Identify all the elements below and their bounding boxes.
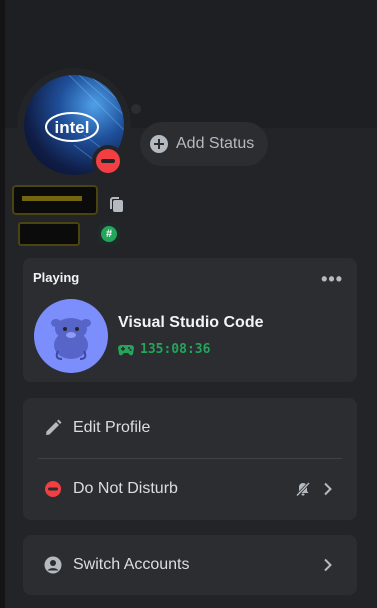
activity-app-name: Visual Studio Code [118,314,264,331]
edit-profile-button[interactable]: Edit Profile [23,398,357,458]
copy-icon[interactable] [108,196,126,214]
dnd-status-icon [96,149,120,173]
display-name-redacted [12,185,98,215]
pencil-icon [46,419,62,435]
thought-bubble-dot [131,104,141,114]
do-not-disturb-label: Do Not Disturb [73,480,178,497]
elapsed-time-row: 135:08:36 [118,342,210,357]
user-profile-popout: intel Add Status # Playing ••• Visual St… [0,0,377,608]
chevron-right-icon [324,482,332,496]
edit-profile-label: Edit Profile [73,419,151,436]
muted-bell-icon [295,481,311,497]
plus-circle-icon [150,135,168,153]
add-status-button[interactable]: Add Status [140,122,269,166]
switch-accounts-card: Switch Accounts [23,535,357,595]
server-tag-badge[interactable]: # [98,223,120,245]
profile-menu-card: Edit Profile Do Not Disturb [23,398,357,520]
elapsed-time: 135:08:36 [140,342,211,357]
activity-header: Playing [33,270,80,285]
controller-icon [118,344,134,355]
more-options-icon[interactable]: ••• [321,269,343,290]
do-not-disturb-button[interactable]: Do Not Disturb [23,459,357,519]
activity-card: Playing ••• Visual Studio Code 135:08:36 [23,258,357,382]
username-redacted [18,222,80,246]
chevron-right-icon [324,558,332,572]
add-status-label: Add Status [176,135,255,152]
dnd-icon [45,481,61,497]
app-icon [34,299,108,373]
avatar-logo-text: intel [55,118,90,137]
hashtag-icon: # [101,226,117,242]
switch-accounts-button[interactable]: Switch Accounts [23,535,357,595]
wumpus-icon [51,318,91,360]
user-circle-icon [44,556,62,574]
switch-accounts-label: Switch Accounts [73,556,190,573]
